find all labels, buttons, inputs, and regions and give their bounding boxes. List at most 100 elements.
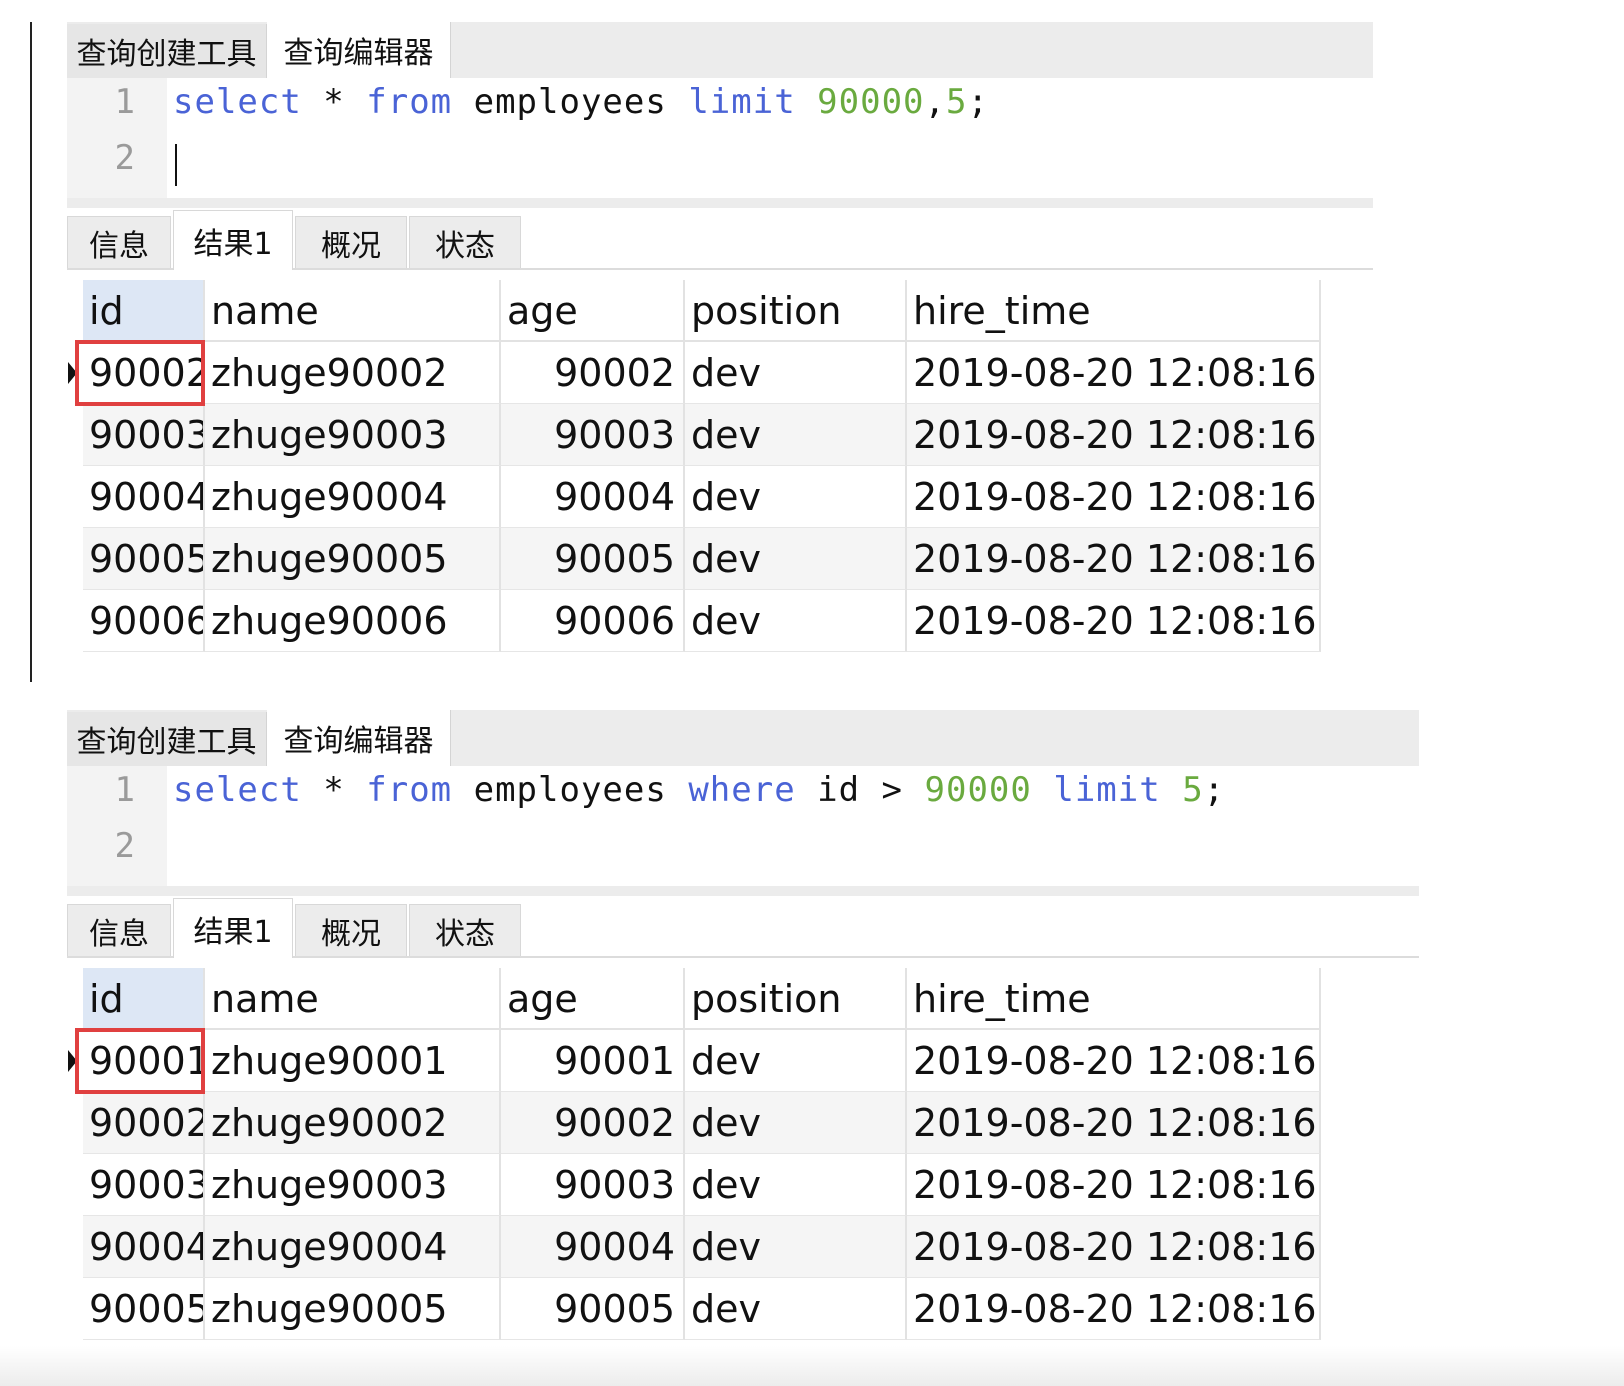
- hire-time-cell[interactable]: 2019-08-20 12:08:16: [907, 528, 1321, 590]
- sql-line-1: select * from employees where id > 90000…: [173, 770, 1225, 810]
- age-cell[interactable]: 90004: [501, 466, 685, 528]
- hire-time-cell[interactable]: 2019-08-20 12:08:16: [907, 1030, 1321, 1092]
- row-selector[interactable]: [67, 466, 83, 528]
- name-cell[interactable]: zhuge90003: [205, 404, 501, 466]
- id-cell[interactable]: 90006: [83, 590, 205, 652]
- column-header-name[interactable]: name: [205, 968, 501, 1030]
- column-header-id[interactable]: id: [83, 280, 205, 342]
- sql-text: *: [301, 770, 367, 810]
- row-selector[interactable]: [67, 528, 83, 590]
- result-tab-bar: 信息 结果1 概况 状态: [67, 896, 1419, 958]
- tab-result-1[interactable]: 结果1: [173, 898, 293, 958]
- name-cell[interactable]: zhuge90004: [205, 1216, 501, 1278]
- sql-editor[interactable]: 1 2 select * from employees limit 90000,…: [67, 78, 1373, 198]
- tab-query-editor[interactable]: 查询编辑器: [267, 710, 451, 766]
- table-row[interactable]: 90003 zhuge90003 90003 dev 2019-08-20 12:08:…: [83, 404, 1321, 466]
- id-cell[interactable]: 90003: [83, 404, 205, 466]
- id-cell[interactable]: 90005: [83, 1278, 205, 1340]
- hire-time-cell[interactable]: 2019-08-20 12:08:16: [907, 466, 1321, 528]
- table-row[interactable]: 90006 zhuge90006 90006 dev 2019-08-20 12:08:…: [83, 590, 1321, 652]
- row-selector[interactable]: [67, 1278, 83, 1340]
- tab-status[interactable]: 状态: [409, 216, 521, 268]
- position-cell[interactable]: dev: [685, 1216, 907, 1278]
- position-cell[interactable]: dev: [685, 1154, 907, 1216]
- row-selector[interactable]: [67, 1092, 83, 1154]
- table-row[interactable]: 90001 zhuge90001 90001 dev 2019-08-20 12:08:…: [83, 1030, 1321, 1092]
- age-cell[interactable]: 90002: [501, 1092, 685, 1154]
- line-number: 2: [114, 826, 135, 866]
- name-cell[interactable]: zhuge90001: [205, 1030, 501, 1092]
- tab-query-builder[interactable]: 查询创建工具: [67, 712, 267, 766]
- age-cell[interactable]: 90001: [501, 1030, 685, 1092]
- tab-query-editor[interactable]: 查询编辑器: [267, 22, 451, 78]
- hire-time-cell[interactable]: 2019-08-20 12:08:16: [907, 1216, 1321, 1278]
- column-header-hire-time[interactable]: hire_time: [907, 280, 1321, 342]
- table-row[interactable]: 90004 zhuge90004 90004 dev 2019-08-20 12:08:…: [83, 466, 1321, 528]
- id-cell[interactable]: 90003: [83, 1154, 205, 1216]
- table-row[interactable]: 90002 zhuge90002 90002 dev 2019-08-20 12:08:…: [83, 342, 1321, 404]
- table-row[interactable]: 90004 zhuge90004 90004 dev 2019-08-20 12:08:…: [83, 1216, 1321, 1278]
- id-cell[interactable]: 90004: [83, 1216, 205, 1278]
- age-cell[interactable]: 90003: [501, 404, 685, 466]
- age-cell[interactable]: 90004: [501, 1216, 685, 1278]
- age-cell[interactable]: 90005: [501, 528, 685, 590]
- position-cell[interactable]: dev: [685, 1030, 907, 1092]
- hire-time-cell[interactable]: 2019-08-20 12:08:16: [907, 1278, 1321, 1340]
- tab-info[interactable]: 信息: [67, 904, 171, 956]
- tab-query-builder[interactable]: 查询创建工具: [67, 24, 267, 78]
- hire-time-cell[interactable]: 2019-08-20 12:08:16: [907, 1154, 1321, 1216]
- position-cell[interactable]: dev: [685, 528, 907, 590]
- position-cell[interactable]: dev: [685, 466, 907, 528]
- sql-editor[interactable]: 1 2 select * from employees where id > 9…: [67, 766, 1419, 886]
- age-cell[interactable]: 90002: [501, 342, 685, 404]
- tab-result-1[interactable]: 结果1: [173, 210, 293, 270]
- hire-time-cell[interactable]: 2019-08-20 12:08:16: [907, 342, 1321, 404]
- tab-status[interactable]: 状态: [409, 904, 521, 956]
- name-cell[interactable]: zhuge90002: [205, 1092, 501, 1154]
- row-selector[interactable]: [67, 404, 83, 466]
- table-row[interactable]: 90005 zhuge90005 90005 dev 2019-08-20 12:08:…: [83, 1278, 1321, 1340]
- row-selector[interactable]: [67, 1216, 83, 1278]
- tab-info[interactable]: 信息: [67, 216, 171, 268]
- id-cell[interactable]: 90004: [83, 466, 205, 528]
- column-header-id[interactable]: id: [83, 968, 205, 1030]
- column-header-name[interactable]: name: [205, 280, 501, 342]
- age-cell[interactable]: 90003: [501, 1154, 685, 1216]
- tab-profile[interactable]: 概况: [295, 904, 407, 956]
- age-cell[interactable]: 90006: [501, 590, 685, 652]
- position-cell[interactable]: dev: [685, 342, 907, 404]
- name-cell[interactable]: zhuge90005: [205, 1278, 501, 1340]
- sql-text: employees: [452, 82, 689, 122]
- name-cell[interactable]: zhuge90004: [205, 466, 501, 528]
- column-header-position[interactable]: position: [685, 280, 907, 342]
- name-cell[interactable]: zhuge90005: [205, 528, 501, 590]
- editor-result-separator[interactable]: [67, 198, 1373, 208]
- tab-profile[interactable]: 概况: [295, 216, 407, 268]
- result-tab-bar: 信息 结果1 概况 状态: [67, 208, 1373, 270]
- age-cell[interactable]: 90005: [501, 1278, 685, 1340]
- position-cell[interactable]: dev: [685, 1092, 907, 1154]
- id-cell[interactable]: 90002: [83, 1092, 205, 1154]
- row-selector[interactable]: [67, 590, 83, 652]
- table-row[interactable]: 90002 zhuge90002 90002 dev 2019-08-20 12:08:…: [83, 1092, 1321, 1154]
- row-selector[interactable]: [67, 1154, 83, 1216]
- editor-result-separator[interactable]: [67, 886, 1419, 896]
- column-header-position[interactable]: position: [685, 968, 907, 1030]
- name-cell[interactable]: zhuge90003: [205, 1154, 501, 1216]
- id-cell[interactable]: 90005: [83, 528, 205, 590]
- table-row[interactable]: 90005 zhuge90005 90005 dev 2019-08-20 12:08:…: [83, 528, 1321, 590]
- column-header-hire-time[interactable]: hire_time: [907, 968, 1321, 1030]
- sql-text: ;: [967, 82, 989, 122]
- position-cell[interactable]: dev: [685, 404, 907, 466]
- hire-time-cell[interactable]: 2019-08-20 12:08:16: [907, 590, 1321, 652]
- name-cell[interactable]: zhuge90006: [205, 590, 501, 652]
- hire-time-cell[interactable]: 2019-08-20 12:08:16: [907, 404, 1321, 466]
- column-header-age[interactable]: age: [501, 280, 685, 342]
- table-row[interactable]: 90003 zhuge90003 90003 dev 2019-08-20 12:08:…: [83, 1154, 1321, 1216]
- name-cell[interactable]: zhuge90002: [205, 342, 501, 404]
- position-cell[interactable]: dev: [685, 1278, 907, 1340]
- hire-time-cell[interactable]: 2019-08-20 12:08:16: [907, 1092, 1321, 1154]
- position-cell[interactable]: dev: [685, 590, 907, 652]
- sql-keyword: from: [366, 82, 453, 122]
- column-header-age[interactable]: age: [501, 968, 685, 1030]
